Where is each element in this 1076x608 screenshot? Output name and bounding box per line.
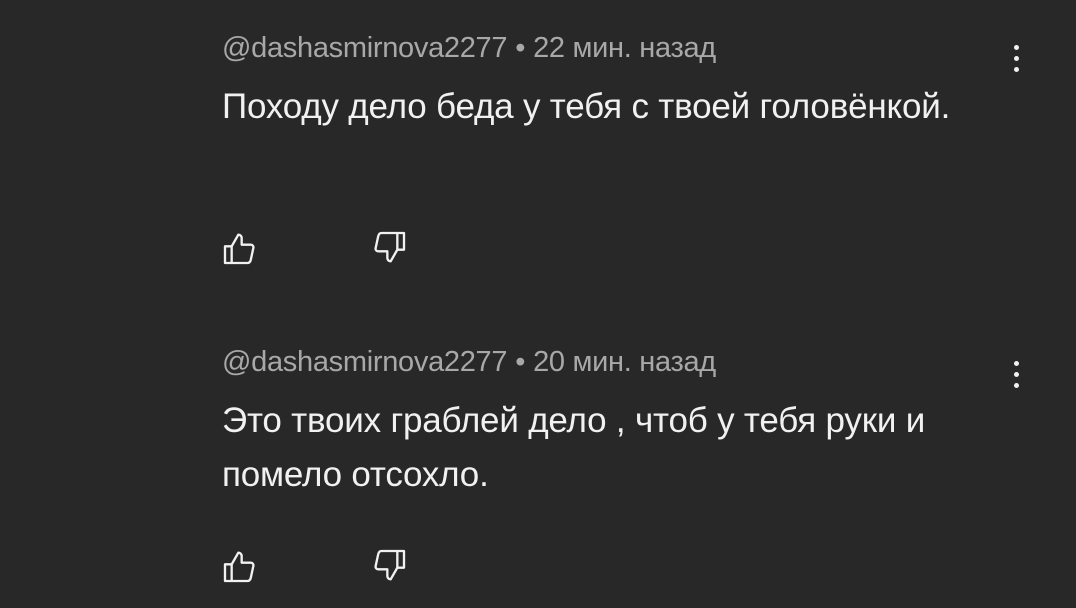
- more-vertical-icon: [1013, 360, 1019, 366]
- comment-time: 22 мин. назад: [533, 32, 716, 64]
- like-button[interactable]: [218, 228, 262, 268]
- thumbs-down-icon: [369, 228, 409, 268]
- comment-item: @dashasmirnova2277 • 20 мин. назад Это тво…: [222, 344, 1022, 583]
- comment-menu-button[interactable]: [1004, 354, 1028, 394]
- comment-meta: @dashasmirnova2277 • 20 мин. назад: [222, 344, 1022, 380]
- comment-text: Походу дело беда у тебя с твоей головёнк…: [222, 87, 951, 126]
- comment-meta: @dashasmirnova2277 • 22 мин. назад: [222, 30, 1022, 66]
- comment-menu-button[interactable]: [1004, 38, 1028, 78]
- dislike-button[interactable]: [367, 228, 411, 268]
- comment-actions: [222, 228, 422, 268]
- thumbs-up-icon: [220, 546, 260, 586]
- meta-separator: •: [515, 32, 526, 64]
- dislike-button[interactable]: [367, 546, 411, 586]
- meta-separator: •: [515, 346, 526, 378]
- thumbs-up-icon: [220, 228, 260, 268]
- more-dot: [1013, 66, 1019, 72]
- more-dot: [1013, 382, 1019, 388]
- comment-author[interactable]: @dashasmirnova2277: [222, 346, 508, 378]
- comment-author[interactable]: @dashasmirnova2277: [222, 32, 508, 64]
- more-dot: [1013, 55, 1019, 61]
- comment-time: 20 мин. назад: [533, 346, 716, 378]
- comment-item: @dashasmirnova2277 • 22 мин. назад Походу …: [222, 30, 1022, 265]
- more-vertical-icon: [1013, 44, 1019, 50]
- thumbs-down-icon: [369, 546, 409, 586]
- like-button[interactable]: [218, 546, 262, 586]
- more-dot: [1013, 371, 1019, 377]
- comment-text: Это твоих граблей дело , чтоб у тебя рук…: [222, 401, 926, 494]
- comment-actions: [222, 546, 422, 586]
